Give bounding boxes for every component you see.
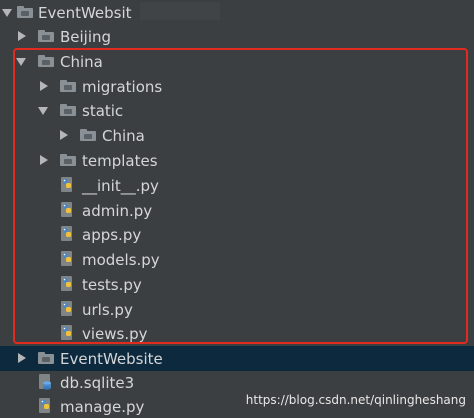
python-file-icon: [61, 202, 72, 217]
tree-row-beijing[interactable]: Beijing: [0, 24, 474, 49]
tree-row-views-py[interactable]: views.py: [0, 321, 474, 346]
chevron-down-icon[interactable]: [38, 107, 48, 115]
project-tree: EventWebsit Beijing China migrations sta…: [0, 0, 474, 418]
tree-item-label: tests.py: [82, 275, 142, 294]
folder-icon: [80, 129, 96, 141]
tree-row-models-py[interactable]: models.py: [0, 247, 474, 272]
folder-icon: [60, 104, 76, 116]
tree-row-apps-py[interactable]: apps.py: [0, 222, 474, 247]
folder-icon: [38, 55, 54, 67]
chevron-right-icon[interactable]: [18, 353, 26, 363]
tree-row-templates[interactable]: templates: [0, 148, 474, 173]
chevron-right-icon[interactable]: [18, 31, 26, 41]
tree-item-label: manage.py: [60, 397, 145, 416]
blurred-region: [140, 2, 220, 20]
tree-row-admin-py[interactable]: admin.py: [0, 198, 474, 223]
chevron-down-icon[interactable]: [2, 9, 12, 17]
python-file-icon: [61, 177, 72, 192]
tree-item-label: __init__.py: [82, 176, 159, 195]
folder-icon: [38, 352, 54, 364]
tree-row-migrations[interactable]: migrations: [0, 74, 474, 99]
folder-icon: [17, 6, 33, 18]
tree-row-static-china[interactable]: China: [0, 123, 474, 148]
tree-row-china[interactable]: China: [0, 49, 474, 74]
tree-item-label: db.sqlite3: [60, 373, 135, 392]
tree-item-label: templates: [82, 151, 158, 170]
tree-item-label: Beijing: [60, 27, 112, 46]
tree-item-label: EventWebsite: [60, 349, 163, 368]
folder-icon: [38, 30, 54, 42]
tree-item-label: migrations: [82, 77, 163, 96]
tree-item-label: China: [102, 126, 145, 145]
tree-row-init-py[interactable]: __init__.py: [0, 173, 474, 198]
database-file-icon: [39, 374, 51, 390]
chevron-right-icon[interactable]: [60, 130, 68, 140]
tree-item-label: EventWebsit: [38, 3, 132, 22]
tree-item-label: apps.py: [82, 225, 142, 244]
chevron-right-icon[interactable]: [40, 155, 48, 165]
tree-item-label: static: [82, 101, 124, 120]
chevron-right-icon[interactable]: [40, 81, 48, 91]
tree-row-tests-py[interactable]: tests.py: [0, 272, 474, 297]
folder-icon: [60, 80, 76, 92]
python-file-icon: [61, 226, 72, 241]
tree-row-root[interactable]: EventWebsit: [0, 0, 474, 25]
python-file-icon: [61, 251, 72, 266]
python-file-icon: [39, 398, 50, 413]
tree-row-static[interactable]: static: [0, 98, 474, 123]
tree-row-db-sqlite3[interactable]: db.sqlite3: [0, 370, 474, 395]
chevron-down-icon[interactable]: [16, 58, 26, 66]
tree-item-label: views.py: [82, 324, 148, 343]
tree-row-eventwebsite[interactable]: EventWebsite: [0, 346, 474, 371]
tree-row-urls-py[interactable]: urls.py: [0, 297, 474, 322]
python-file-icon: [61, 301, 72, 316]
tree-item-label: models.py: [82, 250, 160, 269]
tree-item-label: urls.py: [82, 300, 133, 319]
watermark-text: https://blog.csdn.net/qinlingheshang: [245, 393, 466, 407]
tree-item-label: China: [60, 52, 103, 71]
python-file-icon: [61, 276, 72, 291]
python-file-icon: [61, 325, 72, 340]
tree-item-label: admin.py: [82, 201, 153, 220]
folder-icon: [60, 154, 76, 166]
